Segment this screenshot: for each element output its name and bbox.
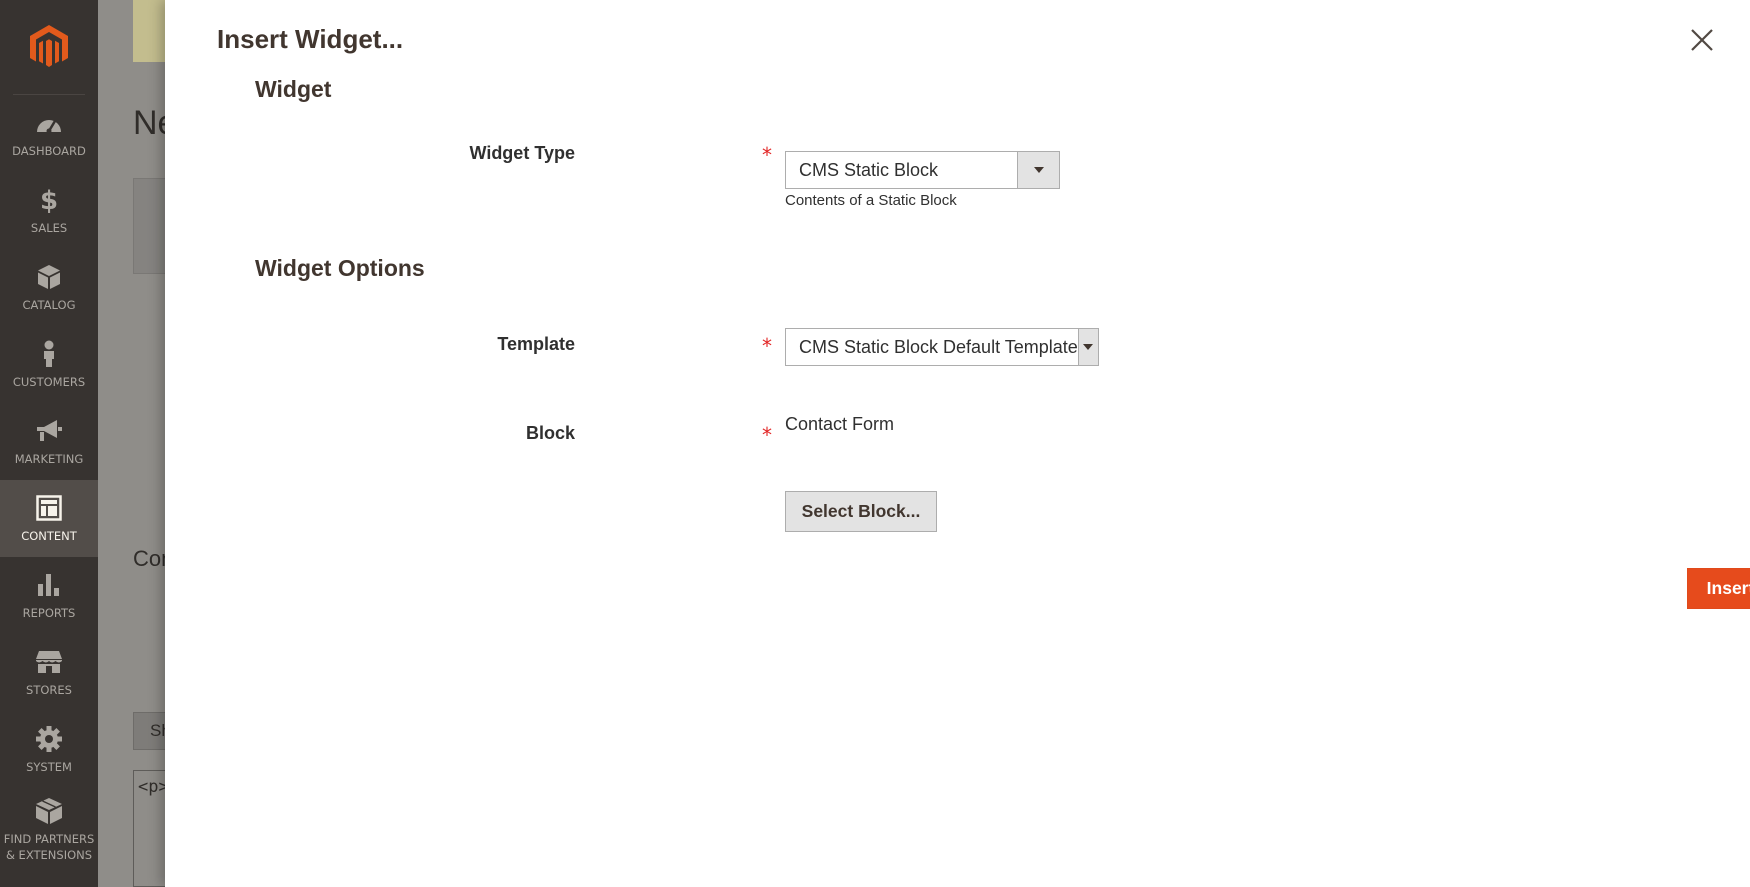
menu-item-stores[interactable]: STORES xyxy=(0,634,98,711)
menu-item-label: MARKETING xyxy=(14,451,84,466)
dropdown-arrow-icon xyxy=(1017,152,1059,188)
select-block-button[interactable]: Select Block... xyxy=(785,491,937,532)
menu-item-find[interactable]: FIND PARTNERS & EXTENSIONS xyxy=(0,788,98,872)
menu-item-dashboard[interactable]: DASHBOARD xyxy=(0,95,98,172)
widget-type-select[interactable]: CMS Static Block xyxy=(785,151,1060,189)
insert-widget-button[interactable]: Insert Widget xyxy=(1687,568,1750,609)
dashboard-icon xyxy=(35,109,63,137)
widget-type-note: Contents of a Static Block xyxy=(785,192,957,209)
svg-text:$: $ xyxy=(40,186,58,214)
block-value: Contact Form xyxy=(785,414,895,434)
menu-item-marketing[interactable]: MARKETING xyxy=(0,403,98,480)
magento-logo-icon xyxy=(30,25,68,67)
menu-item-label: STORES xyxy=(26,682,72,697)
menu-item-customers[interactable]: CUSTOMERS xyxy=(0,326,98,403)
widget-options-section-title: Widget Options xyxy=(255,255,425,281)
block-label: Block xyxy=(525,423,575,443)
menu-item-label: CUSTOMERS xyxy=(12,374,86,389)
menu-item-label: CATALOG xyxy=(22,297,76,312)
close-icon xyxy=(1691,29,1713,51)
box-icon xyxy=(35,263,63,291)
person-icon xyxy=(35,340,63,368)
menu-item-sales[interactable]: $ SALES xyxy=(0,172,98,249)
menu-item-content[interactable]: CONTENT xyxy=(0,480,98,557)
widget-type-label: Widget Type xyxy=(469,143,575,163)
required-marker: * xyxy=(762,423,772,447)
template-value: CMS Static Block Default Template xyxy=(799,336,1078,357)
menu-item-system[interactable]: SYSTEM xyxy=(0,711,98,788)
menu-item-label: SALES xyxy=(30,220,68,235)
menu-item-label: REPORTS xyxy=(22,605,76,620)
menu-item-catalog[interactable]: CATALOG xyxy=(0,249,98,326)
modal-title: Insert Widget... xyxy=(217,24,404,54)
admin-menu: DASHBOARD $ SALES CATALOG CUSTOMERS MARKETING… xyxy=(0,0,98,887)
template-select[interactable]: CMS Static Block Default Template xyxy=(785,328,1099,366)
required-marker: * xyxy=(762,334,772,358)
storefront-icon xyxy=(35,648,63,676)
menu-item-label: FIND PARTNERS & EXTENSIONS xyxy=(3,832,95,862)
insert-widget-modal: Insert Widget... Widget Widget Type * CM… xyxy=(165,0,1750,887)
cubes-icon xyxy=(35,797,63,825)
menu-item-label: CONTENT xyxy=(21,528,77,543)
megaphone-icon xyxy=(35,417,63,445)
required-marker: * xyxy=(762,143,772,167)
menu-item-label: DASHBOARD xyxy=(12,143,86,158)
dollar-icon: $ xyxy=(35,186,63,214)
layout-icon xyxy=(35,494,63,522)
template-label: Template xyxy=(497,334,575,354)
gear-icon xyxy=(35,725,63,753)
widget-section-title: Widget xyxy=(255,76,332,102)
magento-logo[interactable] xyxy=(13,0,85,95)
menu-list: DASHBOARD $ SALES CATALOG CUSTOMERS MARKETING… xyxy=(0,95,98,872)
close-button[interactable] xyxy=(1684,22,1720,58)
bar-chart-icon xyxy=(35,571,63,599)
menu-item-label: SYSTEM xyxy=(26,759,72,774)
menu-item-reports[interactable]: REPORTS xyxy=(0,557,98,634)
widget-type-value: CMS Static Block xyxy=(799,159,939,180)
dropdown-arrow-icon xyxy=(1077,329,1098,365)
